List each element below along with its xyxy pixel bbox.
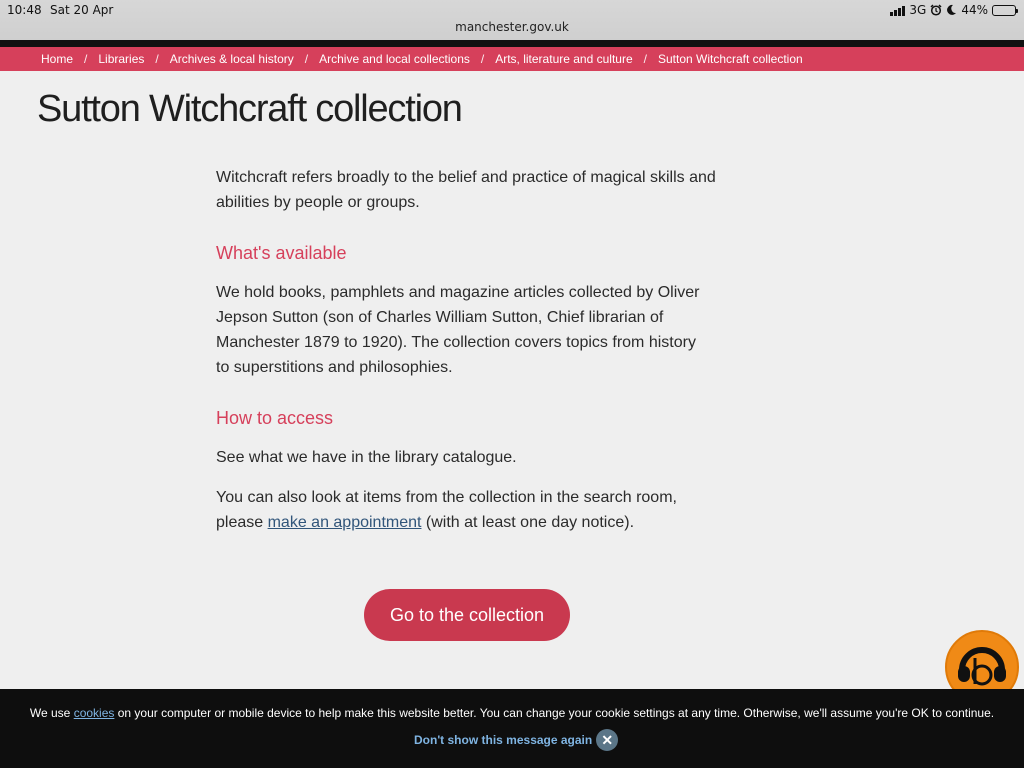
paragraph-text: please [216,514,268,531]
status-bar: 10:48 Sat 20 Apr manchester.gov.uk 3G 44… [0,0,1024,40]
breadcrumb-separator: / [84,52,88,66]
breadcrumb-separator: / [643,52,647,66]
access-paragraph-1: See what we have in the library catalogu… [216,449,517,466]
cookies-link[interactable]: cookies [74,706,115,720]
status-date: Sat 20 Apr [50,3,114,17]
page-title: Sutton Witchcraft collection [37,88,463,130]
breadcrumb-separator: / [304,52,309,66]
cookie-text: on your computer or mobile device to hel… [114,706,995,720]
breadcrumb-libraries[interactable]: Libraries [98,52,144,66]
network-type: 3G [909,3,927,17]
breadcrumb-separator: / [155,52,159,66]
breadcrumb-archive-collections[interactable]: Archive and local collections [319,52,470,66]
close-icon[interactable]: ✕ [596,729,619,751]
cookie-message: We use cookies on your computer or mobil… [0,706,1024,720]
breadcrumb-current[interactable]: Sutton Witchcraft collection [658,52,803,66]
signal-icon [890,5,906,16]
cookie-banner: We use cookies on your computer or mobil… [0,689,1024,768]
breadcrumb-home[interactable]: Home [41,52,73,66]
header-strip [0,40,1024,47]
make-appointment-link[interactable]: make an appointment [268,514,422,531]
go-to-collection-button[interactable]: Go to the collection [364,589,570,641]
breadcrumb-arts-literature[interactable]: Arts, literature and culture [495,52,632,66]
paragraph-line: Jepson Sutton (son of Charles William Su… [216,309,664,326]
paragraph-line: You can also look at items from the coll… [216,489,677,506]
paragraph-line: Manchester 1879 to 1920). The collection… [216,334,696,351]
battery-icon [992,4,1018,16]
status-time: 10:48 [7,3,42,17]
moon-icon [947,4,957,15]
main-content: Witchcraft refers broadly to the belief … [216,165,716,535]
paragraph-text: (with at least one day notice). [421,514,635,531]
section-heading-available: What's available [216,243,347,263]
intro-paragraph: Witchcraft refers broadly to the belief … [216,165,716,215]
cookie-text: We use [29,706,74,720]
dismiss-label[interactable]: Don't show this message again [414,733,592,747]
breadcrumb-archives[interactable]: Archives & local history [170,52,294,66]
cookie-dismiss[interactable]: Don't show this message again ✕ [414,729,619,751]
alarm-icon [930,4,942,16]
section-heading-access: How to access [216,408,334,428]
access-paragraph-2: You can also look at items from the coll… [216,485,716,535]
intro-line: abilities by people or groups. [216,194,420,211]
battery-percent: 44% [961,3,988,17]
breadcrumb-separator: / [480,52,485,66]
breadcrumb: Home / Libraries / Archives & local hist… [0,47,1024,71]
intro-line: Witchcraft refers broadly to the belief … [216,169,716,186]
address-bar-url[interactable]: manchester.gov.uk [0,20,1024,34]
status-indicators: 3G 44% [890,3,1018,17]
paragraph-line: We hold books, pamphlets and magazine ar… [216,284,700,301]
available-paragraph: We hold books, pamphlets and magazine ar… [216,280,716,380]
paragraph-line: to superstitions and philosophies. [216,359,453,376]
